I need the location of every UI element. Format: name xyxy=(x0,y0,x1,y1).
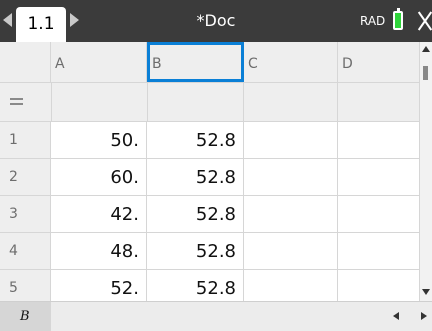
cell-a[interactable]: 50. xyxy=(51,122,147,158)
cell-a[interactable]: 48. xyxy=(51,233,147,269)
cell-a[interactable]: 60. xyxy=(51,159,147,195)
table-row: 2 60. 52.8 xyxy=(0,159,420,196)
entry-line-input[interactable] xyxy=(51,302,381,331)
row-number[interactable]: 4 xyxy=(0,233,51,269)
scroll-thumb[interactable] xyxy=(423,66,428,80)
formula-row xyxy=(0,83,420,122)
corner-cell[interactable] xyxy=(0,42,51,82)
table-row: 3 42. 52.8 xyxy=(0,196,420,233)
column-header-row: A B C D xyxy=(0,42,420,83)
angle-mode-indicator: RAD xyxy=(360,14,386,28)
cell-d[interactable] xyxy=(338,233,420,269)
equals-icon xyxy=(10,98,23,105)
cell-reference: B xyxy=(0,302,51,331)
divider xyxy=(147,83,148,121)
row-number[interactable]: 1 xyxy=(0,122,51,158)
top-bar: 1.1 *Doc RAD xyxy=(0,0,432,42)
battery-icon xyxy=(393,8,403,30)
divider xyxy=(337,83,338,121)
scroll-up-arrow-icon[interactable] xyxy=(422,46,430,52)
cell-b[interactable]: 52.8 xyxy=(147,122,244,158)
cell-b[interactable]: 52.8 xyxy=(147,196,244,232)
cell-d[interactable] xyxy=(338,196,420,232)
cell-b[interactable]: 52.8 xyxy=(147,233,244,269)
column-header-b[interactable]: B xyxy=(147,42,244,82)
row-number[interactable]: 3 xyxy=(0,196,51,232)
close-icon[interactable] xyxy=(412,8,432,34)
cell-c[interactable] xyxy=(244,159,338,195)
column-header-c[interactable]: C xyxy=(244,42,338,82)
cell-c[interactable] xyxy=(244,196,338,232)
cell-d[interactable] xyxy=(338,122,420,158)
scroll-right-arrow-icon[interactable] xyxy=(421,312,427,320)
table-row: 1 50. 52.8 xyxy=(0,122,420,159)
cell-b[interactable]: 52.8 xyxy=(147,159,244,195)
vertical-scrollbar[interactable] xyxy=(420,42,432,301)
cell-d[interactable] xyxy=(338,159,420,195)
entry-bar: B xyxy=(0,301,432,331)
divider xyxy=(51,83,52,121)
table-row: 4 48. 52.8 xyxy=(0,233,420,270)
column-header-a[interactable]: A xyxy=(51,42,147,82)
cell-c[interactable] xyxy=(244,122,338,158)
column-header-d[interactable]: D xyxy=(338,42,420,82)
row-number[interactable]: 2 xyxy=(0,159,51,195)
scroll-down-arrow-icon[interactable] xyxy=(422,289,430,295)
scroll-left-arrow-icon[interactable] xyxy=(393,312,399,320)
divider xyxy=(243,83,244,121)
spreadsheet-grid: A B C D 1 50. 52.8 2 60. 52.8 3 42. 52.8… xyxy=(0,42,420,307)
cell-a[interactable]: 42. xyxy=(51,196,147,232)
cell-c[interactable] xyxy=(244,233,338,269)
